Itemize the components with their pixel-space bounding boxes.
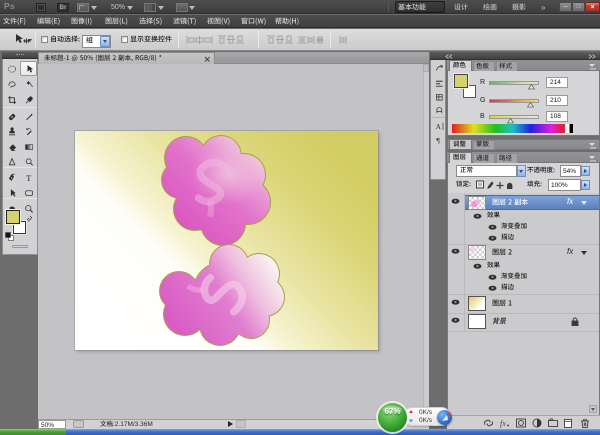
svg-text:¶: ¶ (436, 136, 440, 145)
svg-text:fx: fx (500, 419, 506, 428)
svg-text:T: T (26, 173, 32, 183)
svg-text:A: A (436, 122, 442, 131)
